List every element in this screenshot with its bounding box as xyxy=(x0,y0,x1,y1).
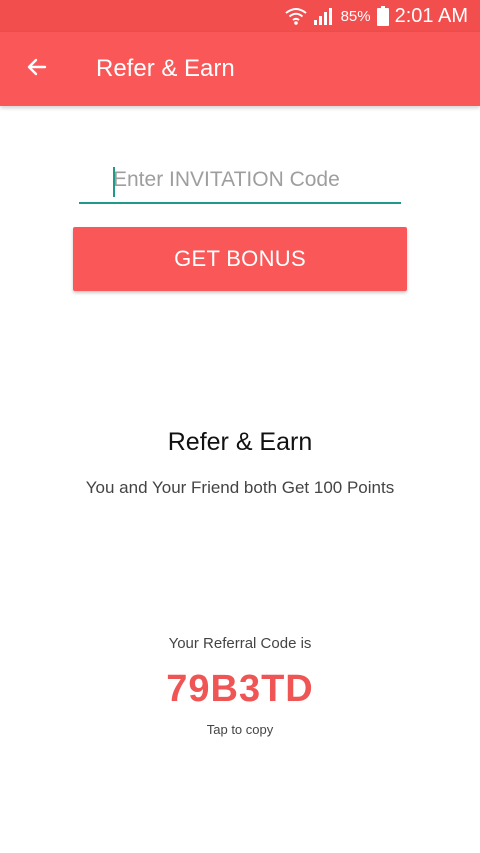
signal-icon xyxy=(313,6,335,26)
arrow-left-icon xyxy=(25,55,49,84)
get-bonus-button[interactable]: GET BONUS xyxy=(73,227,407,291)
battery-percent: 85% xyxy=(340,7,371,25)
tap-to-copy-hint: Tap to copy xyxy=(206,722,274,737)
back-button[interactable] xyxy=(0,32,74,106)
invitation-code-field-wrapper xyxy=(79,160,401,204)
clock: 2:01 AM xyxy=(394,4,468,27)
battery-icon xyxy=(376,6,389,26)
refer-section-subtitle: You and Your Friend both Get 100 Points xyxy=(85,478,395,497)
text-cursor xyxy=(113,167,115,197)
refer-section-title: Refer & Earn xyxy=(167,428,313,456)
page-title: Refer & Earn xyxy=(96,55,235,82)
invitation-code-input[interactable] xyxy=(79,160,401,200)
status-bar: 85% 2:01 AM xyxy=(0,0,480,32)
referral-code[interactable]: 79B3TD xyxy=(0,668,480,711)
app-bar: Refer & Earn xyxy=(0,32,480,106)
wifi-icon xyxy=(284,6,307,26)
referral-code-label: Your Referral Code is xyxy=(168,635,312,652)
